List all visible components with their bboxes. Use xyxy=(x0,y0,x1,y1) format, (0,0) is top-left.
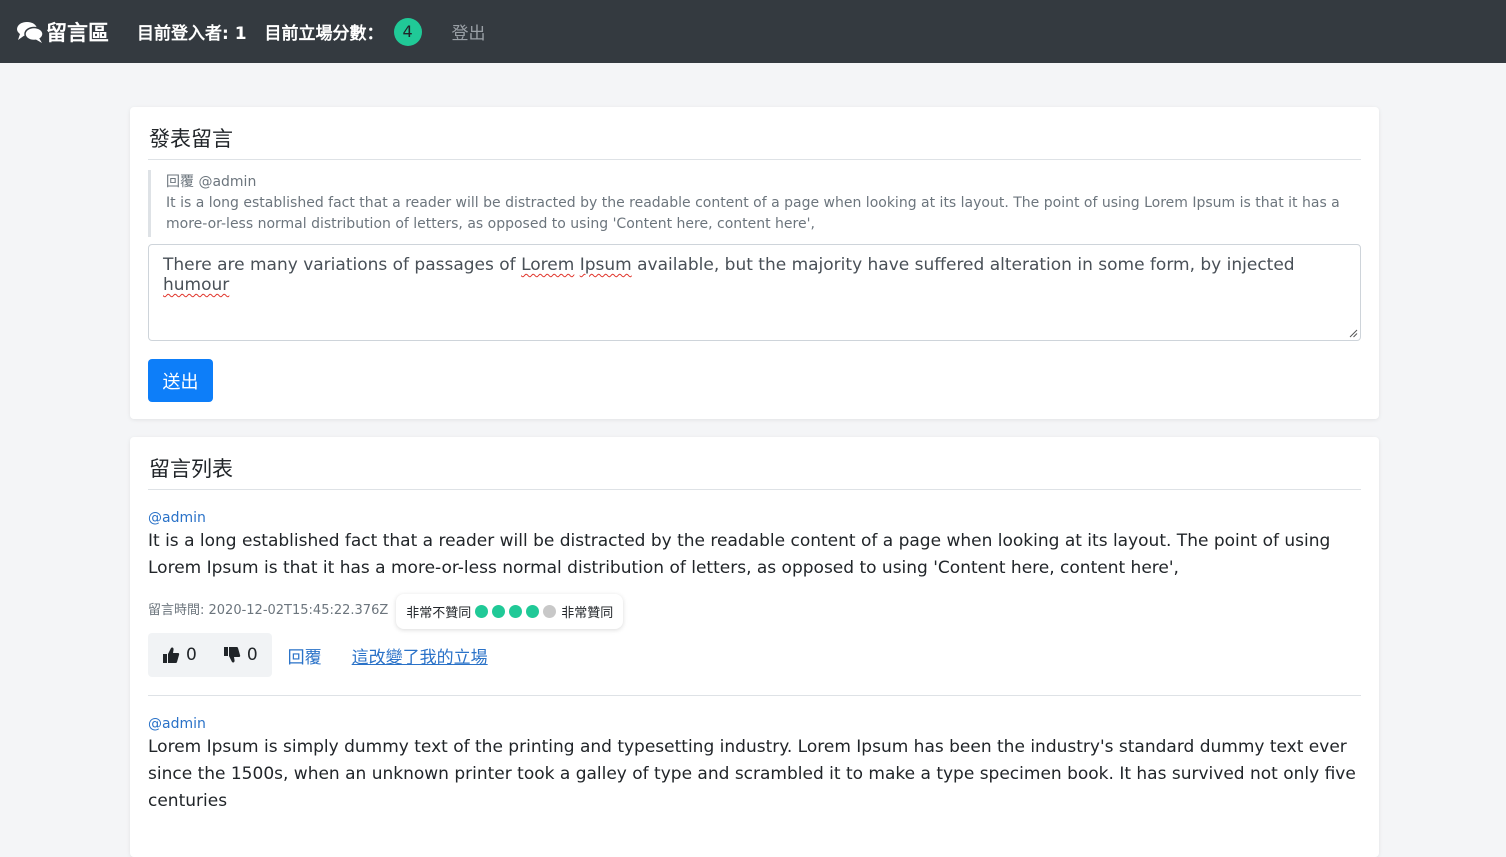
brand-label: 留言區 xyxy=(46,20,109,45)
draft-misspelled-2: Ipsum xyxy=(579,255,632,275)
draft-misspelled-3: humour xyxy=(163,275,230,295)
like-button[interactable]: 0 xyxy=(162,645,197,665)
draft-text-2: available, but the majority have suffere… xyxy=(631,255,1295,275)
reply-quote: 回覆 @admin It is a long established fact … xyxy=(148,170,1361,237)
rating-dot xyxy=(475,605,489,618)
draft-text-1: There are many variations of passages of xyxy=(163,255,522,275)
comment-actions: 0 0 回覆 這改變了我的立場 xyxy=(148,633,1361,677)
reply-link[interactable]: 回覆 xyxy=(288,643,322,668)
comments-icon xyxy=(17,21,44,43)
rating-min-label: 非常不贊同 xyxy=(406,606,472,621)
comment-author[interactable]: @admin xyxy=(148,510,1361,526)
rating-dot xyxy=(526,605,540,618)
comment-list-card: 留言列表 @admin It is a long established fac… xyxy=(130,437,1379,857)
comment-list-title: 留言列表 xyxy=(148,437,1361,490)
rating-max-label: 非常贊同 xyxy=(561,606,614,621)
reply-quote-text: It is a long established fact that a rea… xyxy=(166,195,1340,232)
resize-grip-icon[interactable] xyxy=(1348,328,1358,338)
thumbs-up-icon xyxy=(163,647,180,663)
reply-to-label: 回覆 @admin xyxy=(166,174,257,190)
thumbs-down-icon xyxy=(223,647,241,663)
stance-score-badge: 4 xyxy=(393,17,422,46)
draft-misspelled-1: Lorem xyxy=(521,255,575,275)
comment-item: @admin Lorem Ipsum is simply dummy text … xyxy=(148,695,1361,815)
dislike-button[interactable]: 0 xyxy=(223,645,258,665)
navbar: 留言區 目前登入者: 1 目前立場分數： 4 登出 xyxy=(0,0,1506,63)
comment-body: Lorem Ipsum is simply dummy text of the … xyxy=(148,737,1356,811)
comment-author[interactable]: @admin xyxy=(148,716,1361,732)
comment-textarea[interactable]: There are many variations of passages of… xyxy=(148,244,1361,341)
changed-my-stance-link[interactable]: 這改變了我的立場 xyxy=(352,643,488,668)
dislike-count: 0 xyxy=(246,645,258,665)
stance-rating: 非常不贊同 非常贊同 xyxy=(396,594,624,629)
comment-timestamp: 留言時間: 2020-12-02T15:45:22.376Z xyxy=(148,603,389,618)
submit-button[interactable]: 送出 xyxy=(148,359,213,402)
rating-dot xyxy=(492,605,506,618)
comment-meta: 留言時間: 2020-12-02T15:45:22.376Z 非常不贊同 非常贊… xyxy=(148,594,1361,629)
rating-dot xyxy=(543,605,557,618)
post-comment-card: 發表留言 回覆 @admin It is a long established … xyxy=(130,107,1379,419)
rating-dot xyxy=(509,605,523,618)
comment-item: @admin It is a long established fact tha… xyxy=(148,490,1361,677)
vote-group: 0 0 xyxy=(148,633,272,677)
logout-link[interactable]: 登出 xyxy=(452,19,486,44)
like-count: 0 xyxy=(186,645,197,665)
post-comment-title: 發表留言 xyxy=(148,107,1361,160)
comment-body: It is a long established fact that a rea… xyxy=(148,531,1331,578)
logged-in-count: 目前登入者: 1 xyxy=(137,24,247,44)
stance-score-label: 目前立場分數： xyxy=(264,24,384,44)
brand[interactable]: 留言區 xyxy=(16,17,109,47)
